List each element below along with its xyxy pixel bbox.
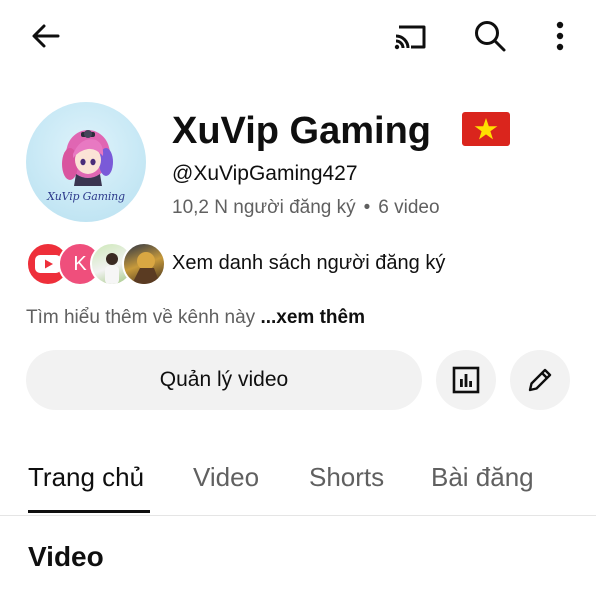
channel-tabs: Trang chủ Video Shorts Bài đăng (0, 448, 596, 516)
search-icon (475, 21, 506, 52)
back-button[interactable] (24, 14, 68, 58)
channel-name: XuVip Gaming (172, 110, 432, 152)
section-title-video: Video (28, 541, 104, 572)
vietnam-flag-icon (462, 112, 510, 146)
channel-handle: @XuVipGaming427 (172, 162, 358, 185)
channel-stats: 10,2 N người đăng ký • 6 video (172, 194, 440, 222)
cast-button[interactable] (388, 14, 432, 58)
see-more-link[interactable]: ...xem thêm (260, 307, 365, 328)
about-text: Tìm hiểu thêm về kênh này (26, 307, 261, 328)
separator-dot: • (363, 197, 371, 218)
channel-page: XuVip Gaming XuVip Gaming @XuVipGaming42… (0, 0, 596, 596)
tabs-divider (0, 515, 596, 516)
analytics-button[interactable] (436, 350, 496, 410)
tab-posts[interactable]: Bài đăng (431, 460, 534, 494)
more-options-button[interactable] (538, 14, 582, 58)
tab-videos[interactable]: Video (193, 460, 259, 494)
anime-character-illustration (62, 130, 113, 186)
top-bar (0, 0, 596, 72)
bar-chart-icon (452, 366, 480, 394)
channel-about[interactable]: Tìm hiểu thêm về kênh này ...xem thêm (26, 304, 365, 332)
pencil-icon (528, 368, 552, 392)
tab-shorts[interactable]: Shorts (309, 460, 384, 494)
subscriber-avatar-game (122, 242, 166, 286)
more-vertical-icon (556, 21, 564, 51)
view-subscribers-link[interactable]: Xem danh sách người đăng ký (172, 248, 445, 278)
arrow-left-icon (32, 24, 60, 48)
active-tab-indicator (28, 510, 150, 513)
cast-icon (394, 25, 426, 50)
video-count: 6 video (378, 197, 440, 218)
subscribers-preview-row[interactable]: K Xem danh sách người đăng ký (26, 242, 586, 286)
subscriber-count: 10,2 N người đăng ký (172, 197, 356, 218)
avatar-logo-text: XuVip Gaming (47, 190, 125, 203)
tab-home[interactable]: Trang chủ (28, 460, 144, 494)
channel-avatar[interactable]: XuVip Gaming (26, 102, 146, 222)
manage-videos-button[interactable]: Quản lý video (26, 350, 422, 410)
edit-channel-button[interactable] (510, 350, 570, 410)
search-button[interactable] (468, 14, 512, 58)
